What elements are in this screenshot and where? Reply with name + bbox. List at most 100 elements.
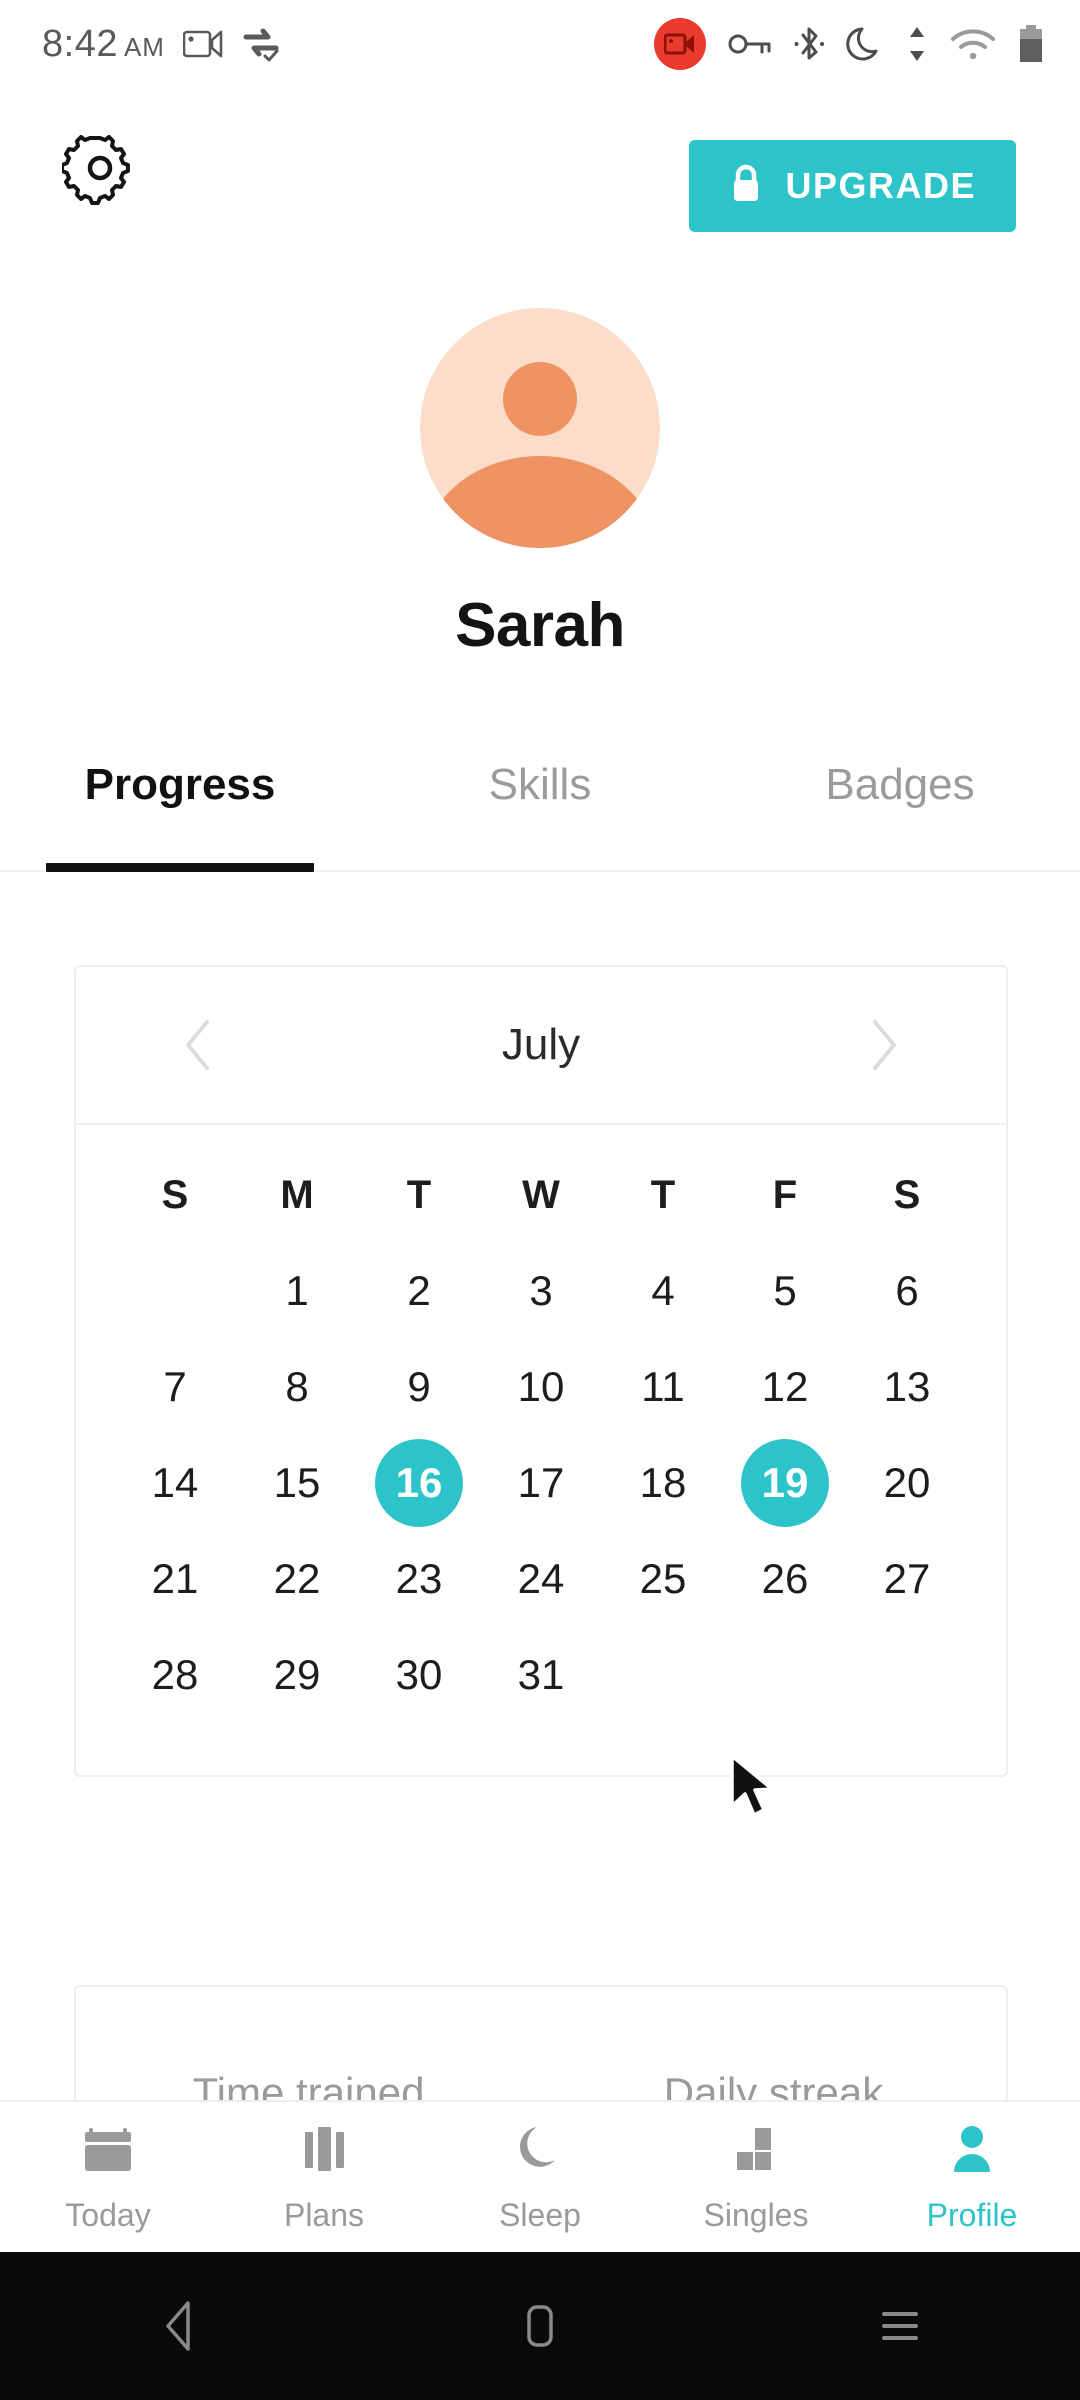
calendar-day-2[interactable]: 2 <box>375 1247 463 1335</box>
calendar-card: July S M T W T F S 1 2 3 4 5 6 7 8 9 10 11 12 13 14 15… <box>74 965 1008 1777</box>
chevron-right-icon[interactable] <box>854 1015 914 1075</box>
calendar-day-cell[interactable]: 21 <box>114 1531 236 1627</box>
calendar-day-cell[interactable]: 18 <box>602 1435 724 1531</box>
calendar-day-1[interactable]: 1 <box>253 1247 341 1335</box>
calendar-day-cell[interactable]: 2 <box>358 1243 480 1339</box>
bars-icon <box>295 2120 353 2183</box>
avatar[interactable] <box>420 308 660 548</box>
calendar-day-cell[interactable]: 10 <box>480 1339 602 1435</box>
calendar-day-cell[interactable]: 15 <box>236 1435 358 1531</box>
calendar-day-cell[interactable]: 9 <box>358 1339 480 1435</box>
calendar-day-12[interactable]: 12 <box>741 1343 829 1431</box>
calendar-day-18[interactable]: 18 <box>619 1439 707 1527</box>
calendar-day-4[interactable]: 4 <box>619 1247 707 1335</box>
recents-icon[interactable] <box>840 2266 960 2386</box>
calendar-day-29[interactable]: 29 <box>253 1631 341 1719</box>
screen-record-icon <box>654 18 706 70</box>
nav-item-singles[interactable]: Singles <box>648 2120 864 2234</box>
calendar-day-cell[interactable]: 17 <box>480 1435 602 1531</box>
calendar-day-25[interactable]: 25 <box>619 1535 707 1623</box>
nav-item-today[interactable]: Today <box>0 2120 216 2234</box>
calendar-week-row: 14 15 16 17 18 19 20 <box>114 1435 968 1531</box>
calendar-day-26[interactable]: 26 <box>741 1535 829 1623</box>
calendar-day-31[interactable]: 31 <box>497 1631 585 1719</box>
calendar-day-cell[interactable]: 20 <box>846 1435 968 1531</box>
calendar-day-24[interactable]: 24 <box>497 1535 585 1623</box>
calendar-day-20[interactable]: 20 <box>863 1439 951 1527</box>
nav-item-plans[interactable]: Plans <box>216 2120 432 2234</box>
calendar-day-14[interactable]: 14 <box>131 1439 219 1527</box>
calendar-week-row: 21 22 23 24 25 26 27 <box>114 1531 968 1627</box>
calendar-day-6[interactable]: 6 <box>863 1247 951 1335</box>
nav-item-sleep[interactable]: Sleep <box>432 2120 648 2234</box>
app-header: UPGRADE <box>0 112 1080 232</box>
calendar-day-cell[interactable]: 19 <box>724 1435 846 1531</box>
calendar-day-19[interactable]: 19 <box>741 1439 829 1527</box>
calendar-day-27[interactable]: 27 <box>863 1535 951 1623</box>
nav-item-profile[interactable]: Profile <box>864 2120 1080 2234</box>
chevron-left-icon[interactable] <box>168 1015 228 1075</box>
weekday-label: S <box>893 1172 921 1217</box>
calendar-day-cell[interactable]: 12 <box>724 1339 846 1435</box>
tab-progress-label: Progress <box>84 760 276 809</box>
bottom-navigation: Today Plans Sleep Singles Profile <box>0 2100 1080 2252</box>
calendar-day-cell[interactable]: 25 <box>602 1531 724 1627</box>
calendar-day-cell <box>602 1627 724 1723</box>
tab-badges[interactable]: Badges <box>720 752 1080 870</box>
back-icon[interactable] <box>120 2266 240 2386</box>
status-bar-right <box>654 18 1044 70</box>
calendar-day-cell[interactable]: 29 <box>236 1627 358 1723</box>
calendar-day-10[interactable]: 10 <box>497 1343 585 1431</box>
status-bar-clock: 8:42 AM <box>42 23 165 66</box>
calendar-day-cell[interactable]: 26 <box>724 1531 846 1627</box>
calendar-day-cell[interactable]: 23 <box>358 1531 480 1627</box>
calendar-day-15[interactable]: 15 <box>253 1439 341 1527</box>
home-icon[interactable] <box>480 2266 600 2386</box>
calendar-day-cell[interactable]: 14 <box>114 1435 236 1531</box>
weekday-label: T <box>406 1172 432 1217</box>
calendar-day-cell[interactable]: 27 <box>846 1531 968 1627</box>
calendar-day-3[interactable]: 3 <box>497 1247 585 1335</box>
calendar-day-23[interactable]: 23 <box>375 1535 463 1623</box>
calendar-day-cell[interactable]: 7 <box>114 1339 236 1435</box>
screen-cast-icon <box>182 27 223 61</box>
calendar-day-9[interactable]: 9 <box>375 1343 463 1431</box>
calendar-day-cell[interactable]: 31 <box>480 1627 602 1723</box>
calendar-day-16[interactable]: 16 <box>375 1439 463 1527</box>
tab-progress[interactable]: Progress <box>0 752 360 870</box>
calendar-day-cell[interactable]: 5 <box>724 1243 846 1339</box>
calendar-day-7[interactable]: 7 <box>131 1343 219 1431</box>
calendar-day-cell[interactable]: 8 <box>236 1339 358 1435</box>
gear-icon[interactable] <box>60 130 138 206</box>
avatar-body <box>424 456 656 548</box>
calendar-day-28[interactable]: 28 <box>131 1631 219 1719</box>
calendar-day-5[interactable]: 5 <box>741 1247 829 1335</box>
calendar-day-cell[interactable]: 16 <box>358 1435 480 1531</box>
weekday-label: W <box>522 1172 560 1217</box>
calendar-day-cell[interactable]: 6 <box>846 1243 968 1339</box>
calendar-day-17[interactable]: 17 <box>497 1439 585 1527</box>
calendar-day-21[interactable]: 21 <box>131 1535 219 1623</box>
calendar-day-30[interactable]: 30 <box>375 1631 463 1719</box>
android-navigation-bar <box>0 2252 1080 2400</box>
calendar-day-cell[interactable]: 28 <box>114 1627 236 1723</box>
calendar-week-row: 28 29 30 31 <box>114 1627 968 1723</box>
upgrade-button[interactable]: UPGRADE <box>689 140 1016 232</box>
calendar-day-13[interactable]: 13 <box>863 1343 951 1431</box>
vpn-key-icon <box>728 31 772 57</box>
calendar-day-11[interactable]: 11 <box>619 1343 707 1431</box>
calendar-day-cell[interactable]: 1 <box>236 1243 358 1339</box>
calendar-day-cell[interactable]: 13 <box>846 1339 968 1435</box>
calendar-day-8[interactable]: 8 <box>253 1343 341 1431</box>
calendar-day-cell[interactable]: 24 <box>480 1531 602 1627</box>
tab-skills[interactable]: Skills <box>360 752 720 870</box>
calendar-day-cell[interactable]: 3 <box>480 1243 602 1339</box>
app-screen: 8:42 AM UPGRADE Sarah Progress Skills Ba… <box>0 0 1080 2400</box>
calendar-day-cell[interactable]: 30 <box>358 1627 480 1723</box>
calendar-day-22[interactable]: 22 <box>253 1535 341 1623</box>
page-title: Sarah <box>455 591 625 660</box>
calendar-day-cell[interactable]: 11 <box>602 1339 724 1435</box>
calendar-day-cell[interactable]: 4 <box>602 1243 724 1339</box>
calendar-day-cell <box>846 1627 968 1723</box>
calendar-day-cell[interactable]: 22 <box>236 1531 358 1627</box>
